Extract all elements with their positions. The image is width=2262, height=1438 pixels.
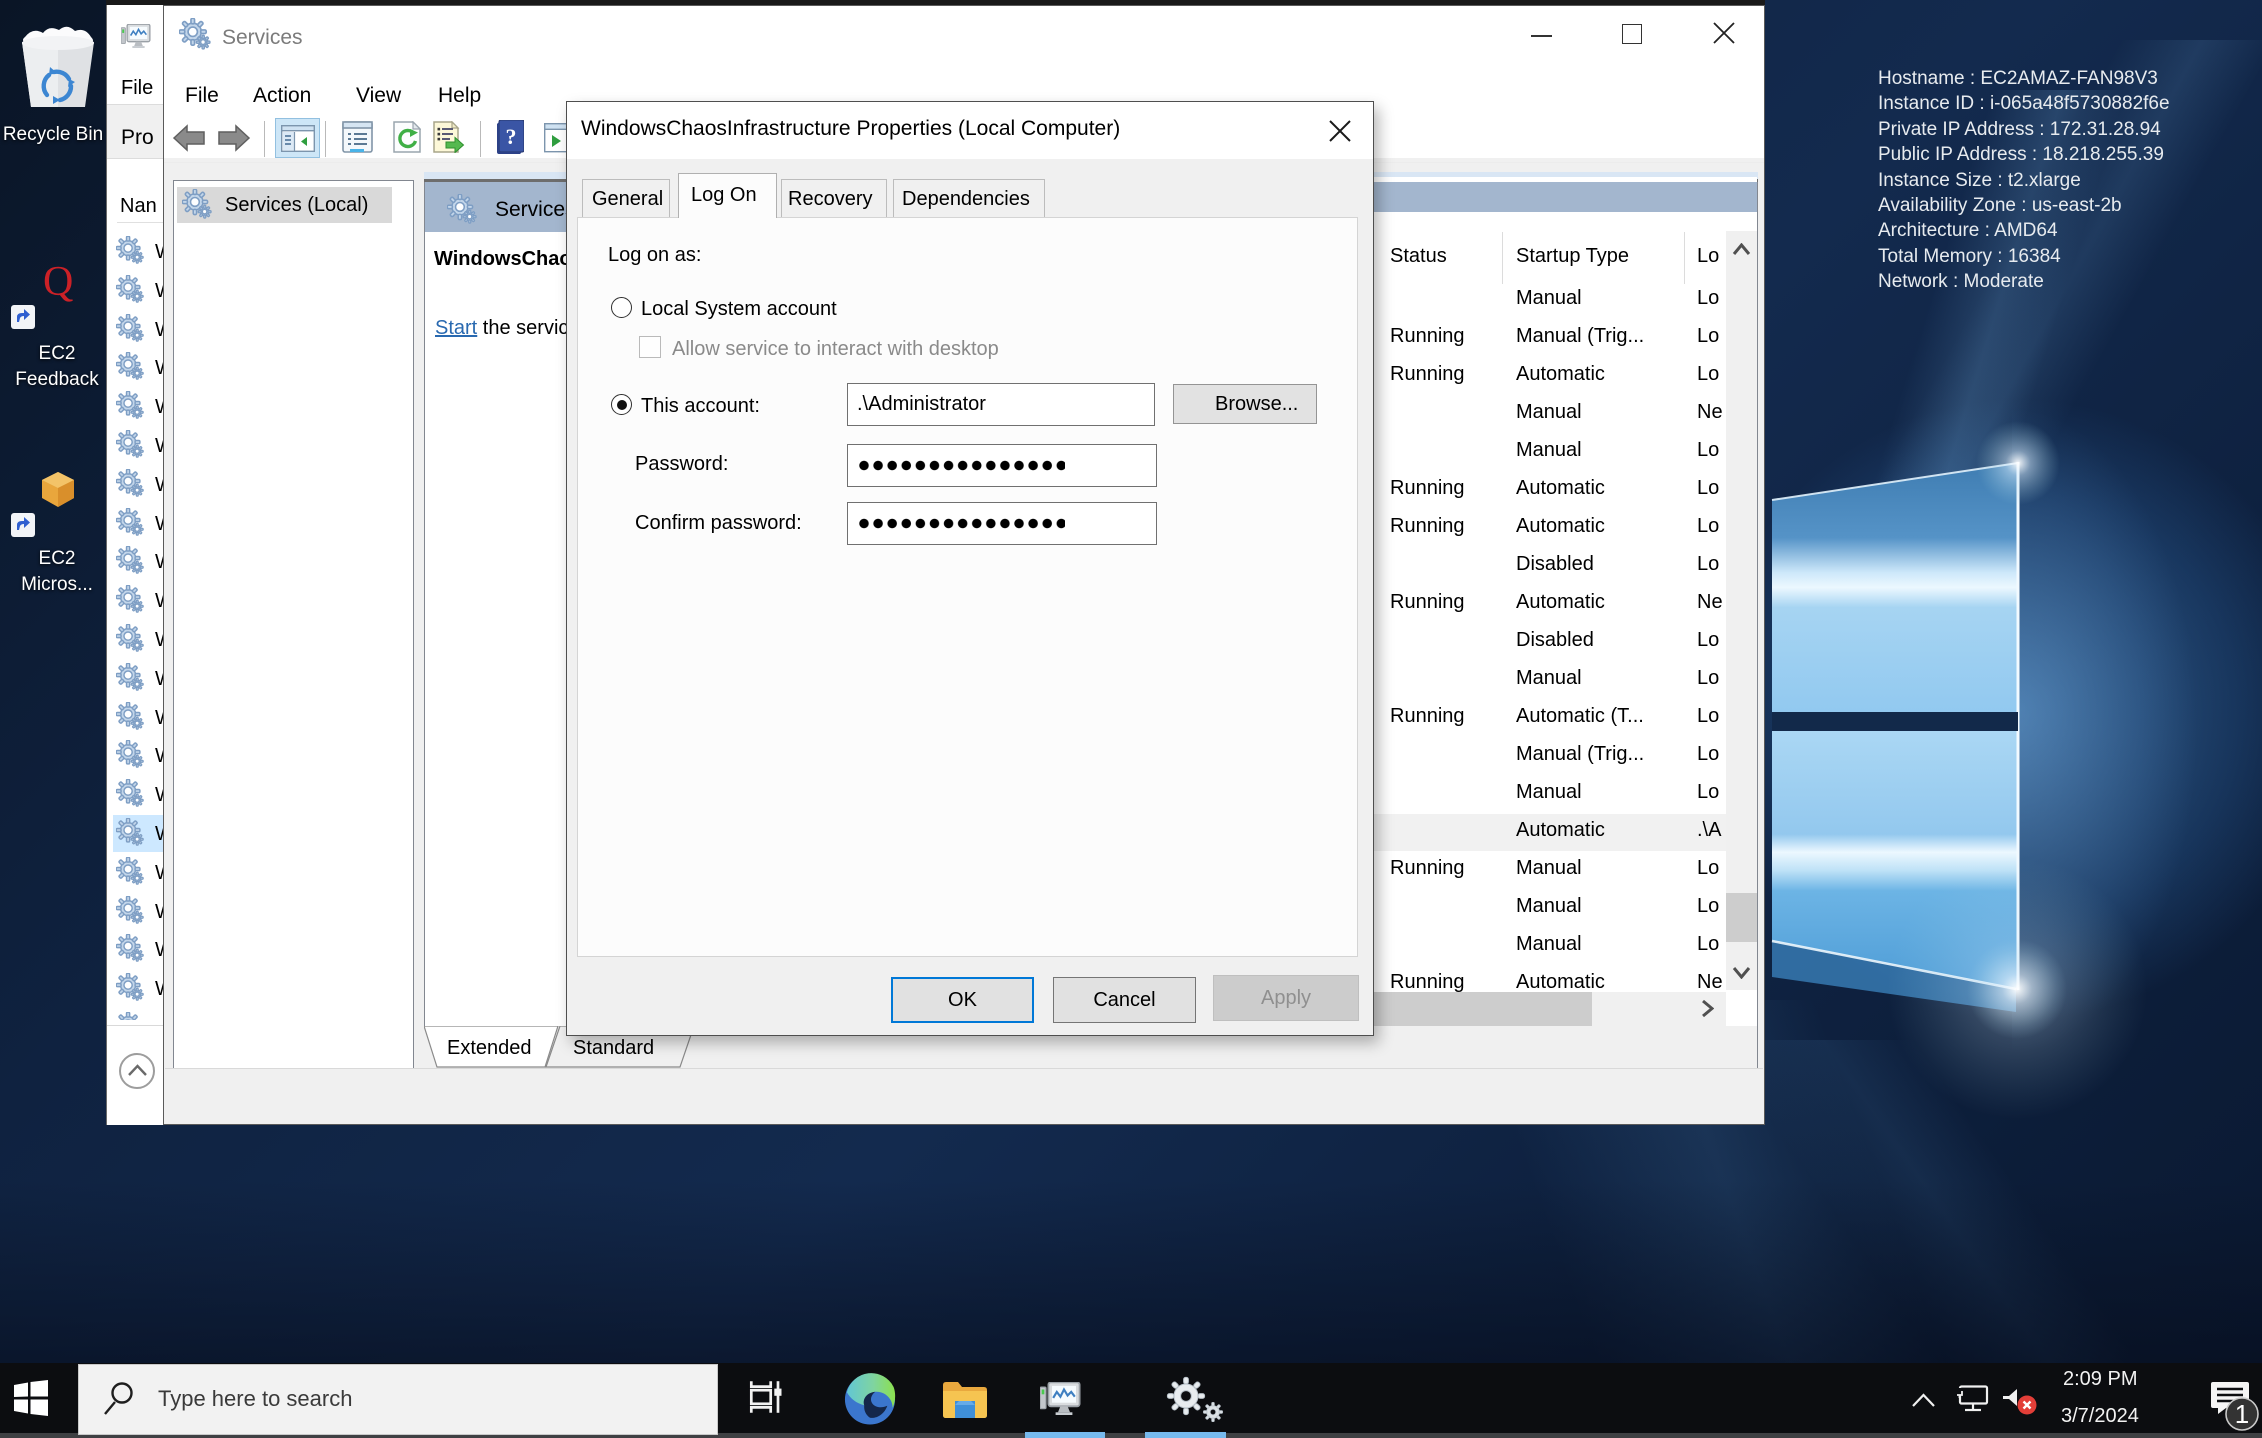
svg-text:Extended: Extended [447,1037,532,1059]
svg-text:Standard: Standard [573,1037,654,1059]
svg-text:1: 1 [2235,1399,2249,1429]
svg-text:?: ? [506,124,517,149]
